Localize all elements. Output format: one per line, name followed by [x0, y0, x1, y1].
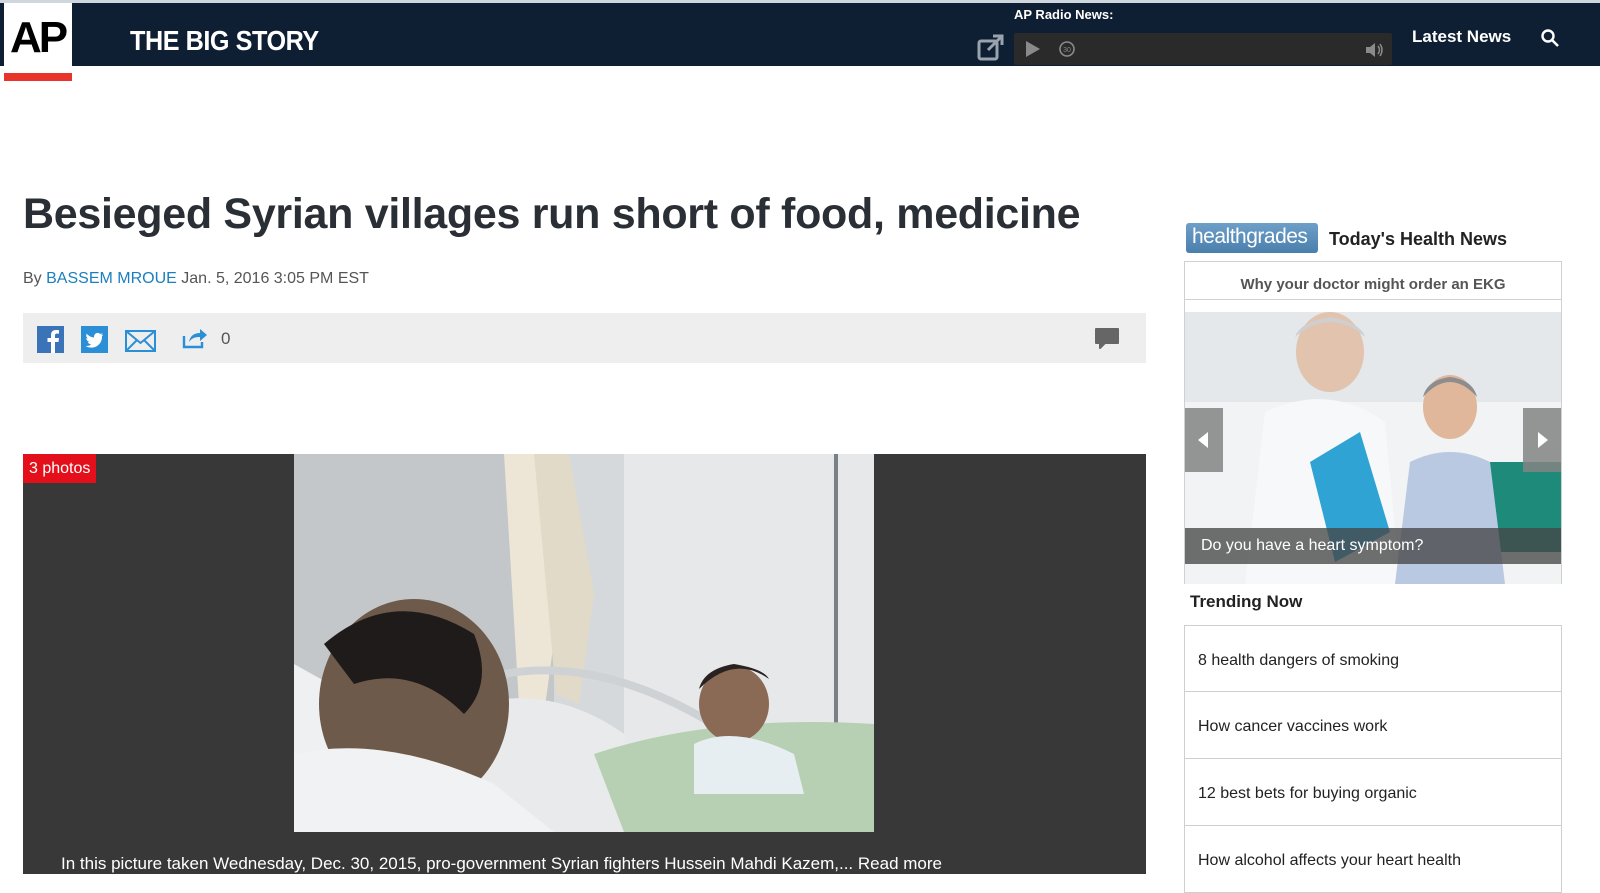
trending-item[interactable]: 12 best bets for buying organic — [1184, 759, 1562, 826]
trending-title: Trending Now — [1190, 592, 1303, 611]
search-icon[interactable] — [1540, 28, 1560, 48]
trending-item[interactable]: How cancer vaccines work — [1184, 692, 1562, 759]
health-story-image[interactable]: Do you have a heart symptom? — [1185, 312, 1561, 584]
share-icon[interactable] — [181, 326, 209, 350]
share-count: 0 — [221, 329, 231, 348]
article-photo[interactable] — [294, 454, 874, 832]
facebook-icon[interactable] — [37, 326, 64, 353]
health-image-caption[interactable]: Do you have a heart symptom? — [1185, 528, 1561, 564]
radio-player: 30 — [1014, 33, 1392, 65]
ap-logo-text: AP — [10, 13, 68, 62]
health-story-heading[interactable]: Why your doctor might order an EKG — [1185, 262, 1561, 300]
email-icon[interactable] — [125, 330, 156, 352]
article-date: Jan. 5, 2016 3:05 PM EST — [181, 270, 369, 287]
photo-caption[interactable]: In this picture taken Wednesday, Dec. 30… — [61, 854, 942, 874]
site-title[interactable]: THE BIG STORY — [130, 25, 319, 57]
author-link[interactable]: BASSEM MROUE — [46, 270, 177, 287]
radio-label: AP Radio News: — [1014, 7, 1114, 22]
health-news-widget: Why your doctor might order an EKG Do yo… — [1184, 261, 1562, 584]
photo-gallery[interactable]: 3 photos In this picture taken Wednesday… — [23, 454, 1146, 874]
svg-text:30: 30 — [1063, 47, 1071, 54]
trending-item[interactable]: How alcohol affects your heart health — [1184, 826, 1562, 893]
nav-latest-news[interactable]: Latest News — [1412, 27, 1511, 47]
photo-count-badge[interactable]: 3 photos — [23, 454, 97, 483]
rewind-icon[interactable]: 30 — [1058, 40, 1076, 58]
healthgrades-logo-text: healthgrades — [1192, 225, 1308, 248]
top-header: AP THE BIG STORY AP Radio News: 30 Lates… — [0, 0, 1600, 81]
health-news-title: Today's Health News — [1329, 229, 1507, 249]
trending-list: 8 health dangers of smoking How cancer v… — [1184, 625, 1562, 893]
trending-item[interactable]: 8 health dangers of smoking — [1184, 625, 1562, 692]
twitter-icon[interactable] — [81, 326, 108, 353]
carousel-arrow-left-icon[interactable] — [1185, 408, 1223, 472]
comment-icon[interactable] — [1093, 326, 1121, 352]
play-icon[interactable] — [1026, 41, 1040, 57]
byline-prefix: By — [23, 270, 42, 287]
ap-logo[interactable]: AP — [4, 3, 72, 81]
volume-icon[interactable] — [1364, 41, 1384, 59]
healthgrades-logo[interactable]: healthgrades — [1186, 223, 1318, 253]
carousel-arrow-right-icon[interactable] — [1523, 408, 1561, 472]
popout-icon[interactable] — [976, 32, 1006, 62]
article-headline: Besieged Syrian villages run short of fo… — [23, 190, 1081, 238]
share-bar: 0 — [23, 313, 1146, 363]
logo-red-bar — [4, 73, 72, 81]
byline: By BASSEM MROUE Jan. 5, 2016 3:05 PM EST — [23, 270, 369, 288]
